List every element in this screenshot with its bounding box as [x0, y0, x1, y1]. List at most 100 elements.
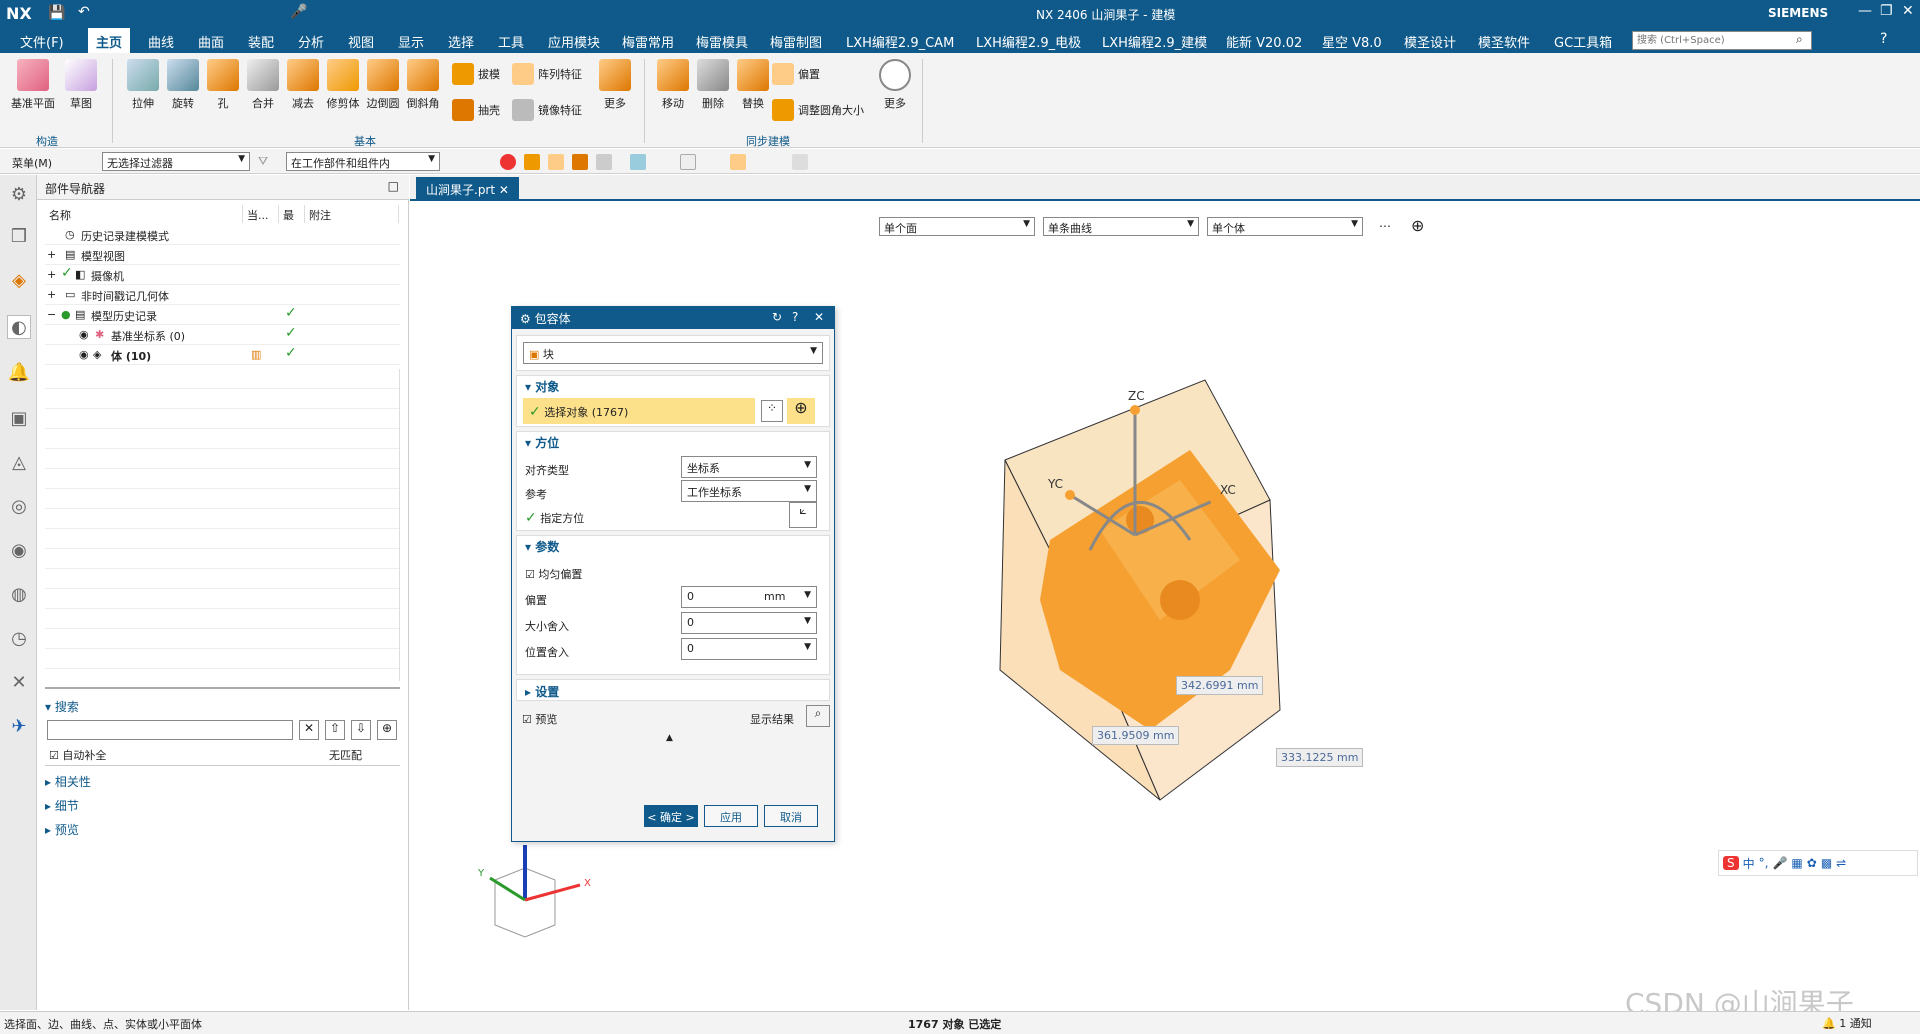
- menu-gc-toolbox[interactable]: GC工具箱: [1554, 32, 1612, 51]
- microphone-icon[interactable]: 🎤: [290, 4, 307, 20]
- more-icon[interactable]: ⋯: [1379, 219, 1391, 233]
- target-icon[interactable]: ⊕: [377, 720, 397, 740]
- section-details[interactable]: ▸ 细节: [45, 797, 79, 814]
- component-icon[interactable]: [730, 154, 746, 170]
- uniform-offset-checkbox[interactable]: ☑ 均匀偏置: [525, 566, 582, 582]
- search-section-header[interactable]: ▾ 搜索: [45, 698, 79, 715]
- navigator-search-input[interactable]: [47, 720, 293, 740]
- show-result-icon[interactable]: ⌕: [806, 705, 830, 727]
- tree-row[interactable]: − ● ▤ 模型历史记录 ✓: [45, 305, 400, 325]
- basic-more-button[interactable]: 更多: [592, 59, 638, 111]
- model-view[interactable]: ZC YC XC: [980, 370, 1400, 810]
- resize-blend-button[interactable]: 调整圆角大小: [772, 99, 864, 121]
- reference-select[interactable]: 工作坐标系 ▼: [681, 480, 817, 502]
- close-button[interactable]: ✕: [1902, 3, 1914, 19]
- menu-curve[interactable]: 曲线: [148, 32, 174, 51]
- shell-button[interactable]: 抽壳: [452, 99, 500, 121]
- size-rounding-input[interactable]: 0 ▼: [681, 612, 817, 634]
- collapse-arrow-icon[interactable]: ▲: [666, 733, 673, 743]
- expand-icon[interactable]: +: [47, 288, 56, 301]
- menu-file[interactable]: 文件(F): [20, 32, 64, 51]
- menu-meilei-common[interactable]: 梅雷常用: [622, 32, 674, 51]
- search-icon[interactable]: ⌕: [1796, 32, 1803, 47]
- roles-icon[interactable]: ✈: [7, 715, 31, 739]
- history-icon[interactable]: ◎: [7, 495, 31, 519]
- ime-settings-icon[interactable]: ⇌: [1836, 856, 1846, 870]
- dimension-label-height[interactable]: 342.6991 mm: [1176, 676, 1264, 695]
- help-icon[interactable]: ?: [792, 310, 798, 324]
- close-icon[interactable]: ✕: [499, 183, 509, 197]
- document-tab[interactable]: 山涧果子.prt ✕: [416, 177, 519, 201]
- tree-row[interactable]: + ▭ 非时间戳记几何体: [45, 285, 400, 305]
- select-object-field[interactable]: ✓ 选择对象 (1767): [523, 398, 755, 424]
- reuse-library-icon[interactable]: 🔔: [7, 361, 31, 385]
- minimize-button[interactable]: —: [1858, 3, 1872, 19]
- position-rounding-input[interactable]: 0 ▼: [681, 638, 817, 660]
- orientation-section-header[interactable]: ▾ 方位: [525, 434, 559, 451]
- offset-input[interactable]: 0 mm ▼: [681, 586, 817, 608]
- dimension-label-width[interactable]: 361.9509 mm: [1092, 726, 1180, 745]
- menu-lxh-modeling[interactable]: LXH编程2.9_建模: [1102, 32, 1207, 51]
- auto-complete-checkbox[interactable]: ☑ 自动补全: [49, 747, 106, 763]
- expand-icon[interactable]: +: [47, 248, 56, 261]
- snap-icon[interactable]: [524, 154, 540, 170]
- column-notes[interactable]: 附注: [305, 205, 399, 223]
- csys-dialog-icon[interactable]: ⟀: [789, 502, 817, 528]
- column-name[interactable]: 名称: [45, 205, 243, 223]
- toolbox-icon[interactable]: ▩: [1821, 856, 1832, 870]
- menu-lxh-electrode[interactable]: LXH编程2.9_电极: [976, 32, 1081, 51]
- reset-icon[interactable]: ↻: [772, 310, 782, 324]
- point-icon[interactable]: [680, 154, 696, 170]
- restore-button[interactable]: ❐: [1880, 3, 1893, 19]
- menu-meilei-drawing[interactable]: 梅雷制图: [770, 32, 822, 51]
- tree-row[interactable]: ◉ ✱ 基准坐标系 (0) ✓: [45, 325, 400, 345]
- face-rule-select[interactable]: 单个面 ▼: [879, 217, 1035, 236]
- dimension-label-depth[interactable]: 333.1225 mm: [1276, 748, 1364, 767]
- pattern-feature-button[interactable]: 阵列特征: [512, 63, 582, 85]
- hd3d-icon[interactable]: ▣: [7, 407, 31, 431]
- column-current[interactable]: 当...: [243, 205, 279, 223]
- clear-icon[interactable]: ✕: [299, 720, 319, 740]
- menu-mosheng-software[interactable]: 模圣软件: [1478, 32, 1530, 51]
- ime-language[interactable]: 中: [1743, 855, 1755, 872]
- menu-analysis[interactable]: 分析: [298, 32, 324, 51]
- tree-row[interactable]: ◉ ◈ 体 (10) ▥ ✓: [45, 345, 400, 365]
- maximize-icon[interactable]: □: [388, 179, 399, 193]
- offset-region-button[interactable]: 偏置: [772, 63, 820, 85]
- settings-section-header[interactable]: ▸ 设置: [525, 683, 559, 700]
- sketch-button[interactable]: 草图: [58, 59, 104, 111]
- collapse-icon[interactable]: −: [47, 308, 56, 321]
- menu-button[interactable]: 菜单(M): [12, 155, 52, 171]
- datum-plane-button[interactable]: 基准平面: [10, 59, 56, 111]
- sync-more-button[interactable]: 更多: [872, 59, 918, 111]
- ime-logo-icon[interactable]: S: [1723, 856, 1739, 870]
- column-latest[interactable]: 最: [279, 205, 305, 223]
- menu-xingkong[interactable]: 星空 V8.0: [1322, 32, 1382, 51]
- menu-display[interactable]: 显示: [398, 32, 424, 51]
- stop-icon[interactable]: [500, 154, 516, 170]
- type-filter-select[interactable]: 无选择过滤器 ▼: [102, 152, 250, 171]
- menu-select[interactable]: 选择: [448, 32, 474, 51]
- tree-row[interactable]: + ✓ ◧ 摄像机: [45, 265, 400, 285]
- expand-icon[interactable]: +: [47, 268, 56, 281]
- draft-button[interactable]: 拔模: [452, 63, 500, 85]
- ok-button[interactable]: < 确定 >: [644, 805, 698, 827]
- filter-icon[interactable]: ⛛: [258, 154, 268, 169]
- chamfer-button[interactable]: 倒斜角: [400, 59, 446, 111]
- save-icon[interactable]: 💾: [48, 5, 65, 21]
- globe-icon[interactable]: ◍: [7, 583, 31, 607]
- tree-row[interactable]: + ▤ 模型视图: [45, 245, 400, 265]
- snap-point-icon[interactable]: ⊕: [1411, 216, 1424, 235]
- edge-icon[interactable]: [596, 154, 612, 170]
- curve-icon[interactable]: [630, 154, 646, 170]
- align-type-select[interactable]: 坐标系 ▼: [681, 456, 817, 478]
- keyboard-icon[interactable]: ▦: [1791, 856, 1802, 870]
- menu-view[interactable]: 视图: [348, 32, 374, 51]
- cancel-button[interactable]: 取消: [764, 805, 818, 827]
- apply-button[interactable]: 应用: [704, 805, 758, 827]
- settings-icon[interactable]: ⚙: [7, 183, 31, 207]
- point-dialog-icon[interactable]: ⁘: [761, 400, 783, 422]
- selection-scope-select[interactable]: 在工作部件和组件内 ▼: [286, 152, 440, 171]
- type-select[interactable]: ▣ 块 ▼: [523, 342, 823, 364]
- clock-icon[interactable]: ◷: [7, 627, 31, 651]
